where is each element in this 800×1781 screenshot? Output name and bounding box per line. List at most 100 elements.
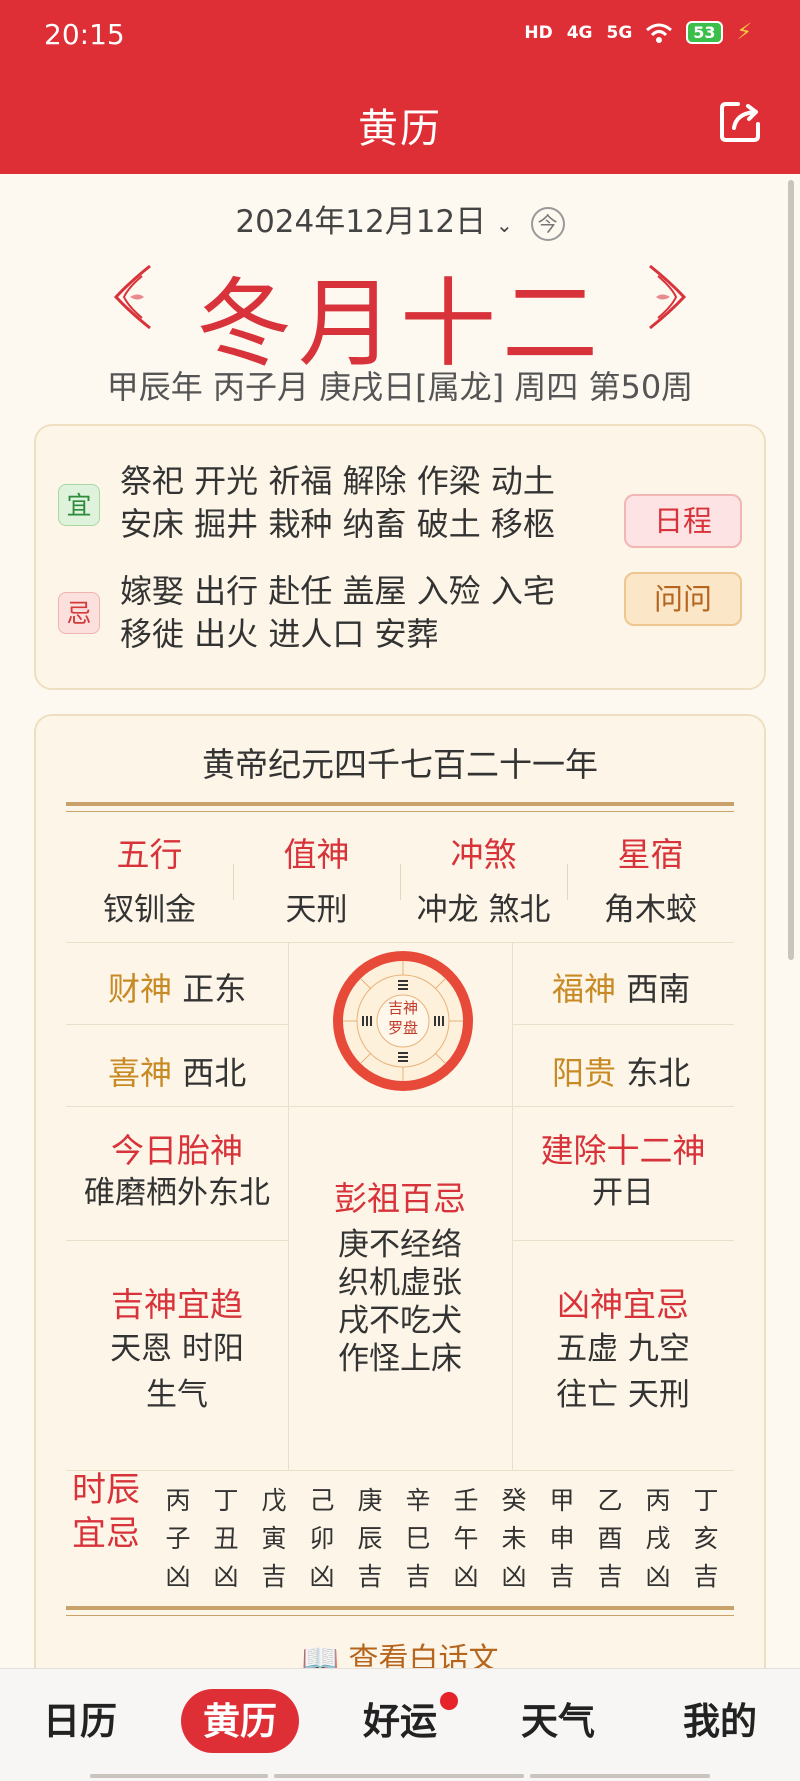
cell-value: 角木蛟 xyxy=(604,892,697,928)
hour-char: 壬 xyxy=(453,1486,479,1515)
yiji-card: 宜 祭祀 开光 祈福 解除 作梁 动土 安床 掘井 栽种 纳畜 破土 移柩 忌 … xyxy=(34,424,766,690)
hd-icon: HD xyxy=(524,22,553,43)
tab-weather[interactable]: 天气 xyxy=(498,1691,618,1745)
pengzu-line: 织机虚张 xyxy=(338,1265,462,1301)
signal-5g-icon: 5G xyxy=(606,22,633,43)
charging-icon: ⚡ xyxy=(736,20,752,45)
god-key: 喜神 xyxy=(108,1054,173,1092)
yi-list: 祭祀 开光 祈福 解除 作梁 动土 安床 掘井 栽种 纳畜 破土 移柩 xyxy=(120,460,590,546)
ask-button[interactable]: 问问 xyxy=(624,572,742,626)
solar-date[interactable]: 2024年12月12日 xyxy=(235,204,486,240)
hours-label: 时辰 宜忌 xyxy=(72,1468,140,1556)
pengzu-title: 彭祖百忌 xyxy=(334,1179,466,1218)
hour-luck: 凶 xyxy=(645,1562,671,1591)
chevron-down-icon[interactable]: ⌄ xyxy=(496,213,513,237)
compass-label: 吉神 罗盘 xyxy=(366,998,440,1038)
hour-column: 丙戌凶 xyxy=(634,1482,682,1596)
hour-luck: 吉 xyxy=(549,1562,575,1591)
xiongshen-line: 往亡 天刑 xyxy=(556,1377,690,1413)
hours-label-line: 时辰 xyxy=(72,1470,140,1510)
hour-column: 乙酉吉 xyxy=(586,1482,634,1596)
pengzu-line: 庚不经络 xyxy=(338,1227,462,1263)
next-day-icon[interactable] xyxy=(646,262,690,332)
god-value: 东北 xyxy=(626,1054,691,1092)
yanggui-item: 阳贵 东北 xyxy=(552,1048,690,1094)
hour-char: 戌 xyxy=(645,1524,671,1553)
hour-column: 庚辰吉 xyxy=(346,1482,394,1596)
divider xyxy=(66,1024,288,1025)
hour-char: 卯 xyxy=(309,1524,335,1553)
jishen-line: 天恩 时阳 xyxy=(110,1331,244,1367)
hour-luck: 吉 xyxy=(261,1562,287,1591)
today-button[interactable]: 今 xyxy=(530,206,565,241)
tab-almanac[interactable]: 黄历 xyxy=(181,1689,299,1753)
jishen-title: 吉神宜趋 xyxy=(111,1285,243,1324)
taishen-value: 碓磨栖外东北 xyxy=(84,1175,270,1211)
hour-char: 丙 xyxy=(645,1486,671,1515)
xiongshen-text: 五虚 九空 往亡 天刑 xyxy=(512,1326,734,1418)
tab-calendar[interactable]: 日历 xyxy=(20,1691,140,1745)
divider xyxy=(66,1106,734,1107)
jianchu-title: 建除十二神 xyxy=(540,1131,706,1170)
hour-column: 壬午凶 xyxy=(442,1482,490,1596)
cell-value: 冲龙 煞北 xyxy=(416,892,551,928)
yi-line: 祭祀 开光 祈福 解除 作梁 动土 xyxy=(120,462,555,500)
wifi-icon xyxy=(646,23,673,43)
tab-me[interactable]: 我的 xyxy=(660,1691,780,1745)
hour-column: 癸未凶 xyxy=(490,1482,538,1596)
divider xyxy=(66,1470,734,1471)
hour-luck: 凶 xyxy=(309,1562,335,1591)
battery-icon: 53 xyxy=(686,21,723,44)
hour-char: 癸 xyxy=(501,1486,527,1515)
date-selector[interactable]: 2024年12月12日 ⌄ 今 xyxy=(0,196,800,241)
jishen-text: 天恩 时阳 生气 xyxy=(66,1326,288,1418)
hour-luck: 吉 xyxy=(405,1562,431,1591)
hours-grid: 丙子凶丁丑凶戊寅吉己卯凶庚辰吉辛巳吉壬午凶癸未凶甲申吉乙酉吉丙戌凶丁亥吉 xyxy=(154,1482,730,1596)
share-icon[interactable] xyxy=(716,98,764,146)
xiongshen-line: 五虚 九空 xyxy=(556,1331,690,1367)
hour-luck: 吉 xyxy=(597,1562,623,1591)
compass-label-line: 罗盘 xyxy=(387,1019,418,1037)
hour-char: 丁 xyxy=(693,1486,719,1515)
hour-column: 辛巳吉 xyxy=(394,1482,442,1596)
hour-column: 丁亥吉 xyxy=(682,1482,730,1596)
cell-key: 冲煞 xyxy=(450,835,517,874)
pengzu-line: 作怪上床 xyxy=(338,1341,462,1377)
hour-column: 丁丑凶 xyxy=(202,1482,250,1596)
ji-list: 嫁娶 出行 赴任 盖屋 入殓 入宅 移徙 出火 进人口 安葬 xyxy=(120,570,590,656)
hour-column: 己卯凶 xyxy=(298,1482,346,1596)
hour-luck: 凶 xyxy=(165,1562,191,1591)
jianchu-value: 开日 xyxy=(592,1175,654,1211)
god-key: 阳贵 xyxy=(552,1054,617,1092)
app-bar: 黄历 xyxy=(0,72,800,174)
divider xyxy=(66,802,734,812)
hour-char: 己 xyxy=(309,1486,335,1515)
jishen-line: 生气 xyxy=(146,1377,208,1413)
god-key: 财神 xyxy=(108,970,173,1008)
ganzhi-line: 甲辰年 丙子月 庚戌日[属龙] 周四 第50周 xyxy=(106,368,694,406)
hour-char: 庚 xyxy=(357,1486,383,1515)
chongsha-cell: 冲煞 冲龙 煞北 xyxy=(400,828,567,929)
hour-char: 辛 xyxy=(405,1486,431,1515)
hour-luck: 凶 xyxy=(213,1562,239,1591)
hour-luck: 凶 xyxy=(501,1562,527,1591)
divider xyxy=(66,942,734,943)
era-title: 黄帝纪元四千七百二十一年 xyxy=(202,745,598,784)
god-key: 福神 xyxy=(552,970,617,1008)
xiongshen-title: 凶神宜忌 xyxy=(557,1285,689,1324)
hour-char: 甲 xyxy=(549,1486,575,1515)
hour-char: 戊 xyxy=(261,1486,287,1515)
status-time: 20:15 xyxy=(44,18,125,51)
hour-column: 戊寅吉 xyxy=(250,1482,298,1596)
hour-char: 丑 xyxy=(213,1524,239,1553)
hour-char: 子 xyxy=(165,1524,191,1553)
hour-char: 丙 xyxy=(165,1486,191,1515)
schedule-button[interactable]: 日程 xyxy=(624,494,742,548)
pengzu-text: 庚不经络 织机虚张 戌不吃犬 作怪上床 xyxy=(288,1226,512,1378)
hour-char: 午 xyxy=(453,1524,479,1553)
divider xyxy=(66,1606,734,1616)
hour-char: 申 xyxy=(549,1524,575,1553)
almanac-card: 黄帝纪元四千七百二十一年 五行 钗钏金 值神 天刑 冲煞 冲龙 煞北 星宿 角木… xyxy=(34,714,766,1781)
taishen-title: 今日胎神 xyxy=(111,1131,243,1170)
hour-column: 丙子凶 xyxy=(154,1482,202,1596)
